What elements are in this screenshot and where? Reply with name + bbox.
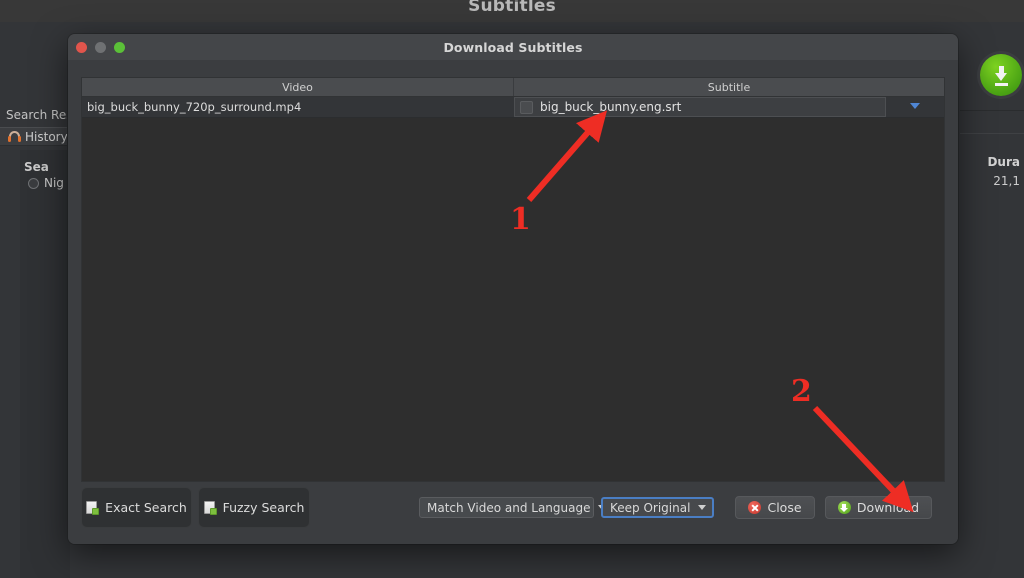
subtitle-combobox[interactable]: big_buck_bunny.eng.srt [514,97,886,117]
sidebar-item-history[interactable]: History [0,127,70,146]
cell-subtitle[interactable]: big_buck_bunny.eng.srt [514,97,944,117]
duration-value: 21,1 [993,174,1020,188]
exact-search-button[interactable]: Exact Search [81,487,192,528]
column-header-video[interactable]: Video [82,78,514,96]
subtitle-table: Video Subtitle big_buck_bunny_720p_surro… [81,77,945,482]
sidebar-item-history-label: History [25,129,68,144]
keep-mode-select[interactable]: Keep Original [601,497,714,518]
fuzzy-search-label: Fuzzy Search [222,500,305,515]
close-button-label: Close [767,500,802,515]
table-row[interactable]: big_buck_bunny_720p_surround.mp4 big_buc… [82,97,944,118]
right-panel-divider [960,133,1024,134]
download-button[interactable]: Download [825,496,932,519]
subtitle-checkbox[interactable] [520,100,533,114]
keep-mode-value: Keep Original [610,500,691,515]
night-radio-button[interactable] [28,177,39,189]
background-right-panel: Dura 21,1 [960,22,1024,578]
download-baseline-glyph [994,82,1008,86]
background-window-titlebar: Subtitles [0,0,1024,23]
green-download-circle-icon [837,501,851,514]
close-button[interactable]: Close [735,496,815,519]
background-left-panel: Search Resu History Sea Nig [0,22,80,578]
dialog-content: Video Subtitle big_buck_bunny_720p_surro… [68,60,958,544]
download-subtitles-dialog: Download Subtitles Video Subtitle big_bu… [68,34,958,544]
match-mode-select[interactable]: Match Video and Language [419,497,607,518]
table-body: big_buck_bunny_720p_surround.mp4 big_buc… [82,97,944,481]
column-header-subtitle[interactable]: Subtitle [514,78,944,96]
background-sub-panel [20,150,70,578]
minimize-traffic-light[interactable] [95,42,106,53]
background-right-header [960,22,1024,111]
night-radio-label: Nig [44,176,64,190]
subtitle-filename: big_buck_bunny.eng.srt [540,100,682,114]
window-controls [76,42,125,53]
maximize-traffic-light[interactable] [114,42,125,53]
table-header-row: Video Subtitle [82,78,944,97]
background-window-title: Subtitles [468,0,556,16]
duration-label: Dura [987,155,1020,169]
dialog-button-bar: Exact Search Fuzzy Search Match Video an… [68,482,958,544]
download-button-label: Download [856,500,920,515]
download-arrow-glyph [993,65,1010,86]
green-download-circle-icon[interactable] [980,54,1022,96]
fuzzy-search-button[interactable]: Fuzzy Search [198,487,310,528]
search-sub-label: Sea [24,160,49,174]
close-traffic-light[interactable] [76,42,87,53]
exact-search-label: Exact Search [105,500,187,515]
caret-down-icon [698,505,707,510]
dialog-titlebar[interactable]: Download Subtitles [68,34,958,61]
cell-video-filename: big_buck_bunny_720p_surround.mp4 [87,100,302,114]
night-radio-row[interactable]: Nig [28,176,64,190]
document-search-icon [86,500,100,515]
chevron-down-icon[interactable] [910,103,920,109]
document-search-icon [203,500,217,515]
dialog-title: Download Subtitles [443,39,583,55]
headphone-icon [8,131,21,142]
match-mode-value: Match Video and Language [427,500,591,515]
red-x-circle-icon [748,501,762,514]
